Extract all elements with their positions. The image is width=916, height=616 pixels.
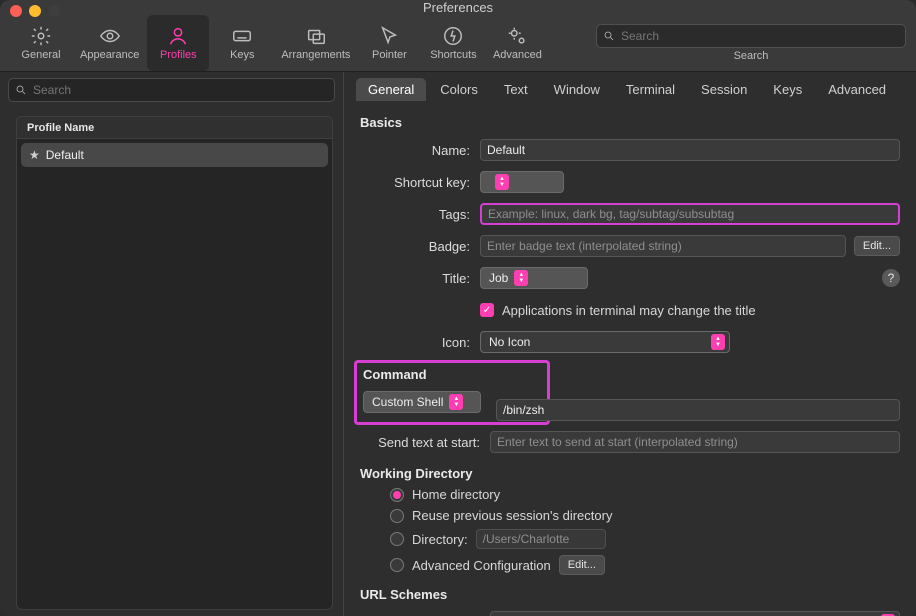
apps-change-title-checkbox[interactable]: ✓ [480,303,494,317]
gear-icon [30,25,52,47]
name-input[interactable] [480,139,900,161]
wd-advanced-radio[interactable] [390,558,404,572]
minimize-window-button[interactable] [29,5,41,17]
wd-directory-value: /Users/Charlotte [476,529,606,549]
window-title: Preferences [0,0,916,15]
toolbar-general[interactable]: General [10,15,72,71]
tags-input[interactable] [480,203,900,225]
tags-label: Tags: [360,207,480,222]
toolbar-pointer[interactable]: Pointer [358,15,420,71]
profile-tabs: General Colors Text Window Terminal Sess… [344,72,916,101]
wd-home-label: Home directory [412,487,500,502]
toolbar-advanced[interactable]: Advanced [486,15,548,71]
search-icon [603,30,615,42]
sidebar-bottom-bar: Tags > + − ⚙ Other Actions... ▲▼ [0,610,343,616]
shell-path-input[interactable] [496,399,900,421]
wd-reuse-radio[interactable] [390,509,404,523]
tab-keys[interactable]: Keys [761,78,814,101]
windows-icon [305,25,327,47]
profile-item-default[interactable]: ★ Default [21,143,328,167]
toolbar-appearance[interactable]: Appearance [74,15,145,71]
tab-text[interactable]: Text [492,78,540,101]
send-text-input[interactable] [490,431,900,453]
toolbar-profiles[interactable]: Profiles [147,15,209,71]
titlebar: Preferences [0,0,916,15]
close-window-button[interactable] [10,5,22,17]
wd-advanced-label: Advanced Configuration [412,558,551,573]
star-icon: ★ [29,148,40,162]
traffic-lights [10,5,60,17]
url-schemes-select[interactable]: Select URL Schemes... ▲▼ [490,611,900,616]
apps-change-title-label: Applications in terminal may change the … [502,303,756,318]
shell-mode-select[interactable]: Custom Shell ▲▼ [363,391,481,413]
badge-edit-button[interactable]: Edit... [854,236,900,256]
profile-content: General Colors Text Window Terminal Sess… [343,72,916,616]
title-help-button[interactable]: ? [882,269,900,287]
select-arrows-icon: ▲▼ [449,394,463,410]
search-icon [15,84,27,96]
wd-directory-radio[interactable] [390,532,404,546]
badge-label: Badge: [360,239,480,254]
tab-general[interactable]: General [356,78,426,101]
toolbar-search: Search [596,24,906,62]
wd-home-radio[interactable] [390,488,404,502]
icon-label: Icon: [360,335,480,350]
section-command: Command [363,367,541,382]
toolbar-search-input[interactable] [621,29,899,43]
select-arrows-icon: ▲▼ [514,270,528,286]
section-url-schemes: URL Schemes [360,587,900,602]
toolbar-search-box[interactable] [596,24,906,48]
gears-icon [506,25,528,47]
title-label: Title: [360,271,480,286]
shortcut-key-select[interactable]: ▲▼ [480,171,564,193]
wd-reuse-label: Reuse previous session's directory [412,508,612,523]
section-working-directory: Working Directory [360,466,900,481]
sidebar-search-box[interactable] [8,78,335,102]
title-select[interactable]: Job ▲▼ [480,267,588,289]
profiles-sidebar: Profile Name ★ Default Tags > + − ⚙ Othe… [0,72,343,616]
tab-terminal[interactable]: Terminal [614,78,687,101]
tab-advanced[interactable]: Advanced [816,78,898,101]
zoom-window-button[interactable] [48,5,60,17]
profile-list: Profile Name ★ Default [16,116,333,610]
wd-directory-label: Directory: [412,532,468,547]
profile-item-label: Default [46,148,84,162]
profile-list-header: Profile Name [17,117,332,139]
toolbar-keys[interactable]: Keys [211,15,273,71]
tab-session[interactable]: Session [689,78,759,101]
sidebar-search-input[interactable] [33,83,328,97]
preferences-toolbar: General Appearance Profiles Keys Arrange… [0,15,916,72]
name-label: Name: [360,143,480,158]
toolbar-arrangements[interactable]: Arrangements [275,15,356,71]
section-basics: Basics [360,115,900,130]
toolbar-shortcuts[interactable]: Shortcuts [422,15,484,71]
tab-colors[interactable]: Colors [428,78,490,101]
keyboard-icon [231,25,253,47]
bolt-icon [442,25,464,47]
person-icon [167,25,189,47]
pointer-icon [378,25,400,47]
send-text-label: Send text at start: [360,435,490,450]
select-arrows-icon: ▲▼ [711,334,725,350]
shortcut-label: Shortcut key: [360,175,480,190]
tab-window[interactable]: Window [542,78,612,101]
eye-icon [99,25,121,47]
toolbar-search-label: Search [734,50,769,62]
select-arrows-icon: ▲▼ [495,174,509,190]
wd-advanced-edit-button[interactable]: Edit... [559,555,605,575]
icon-select[interactable]: No Icon ▲▼ [480,331,730,353]
badge-input[interactable] [480,235,846,257]
